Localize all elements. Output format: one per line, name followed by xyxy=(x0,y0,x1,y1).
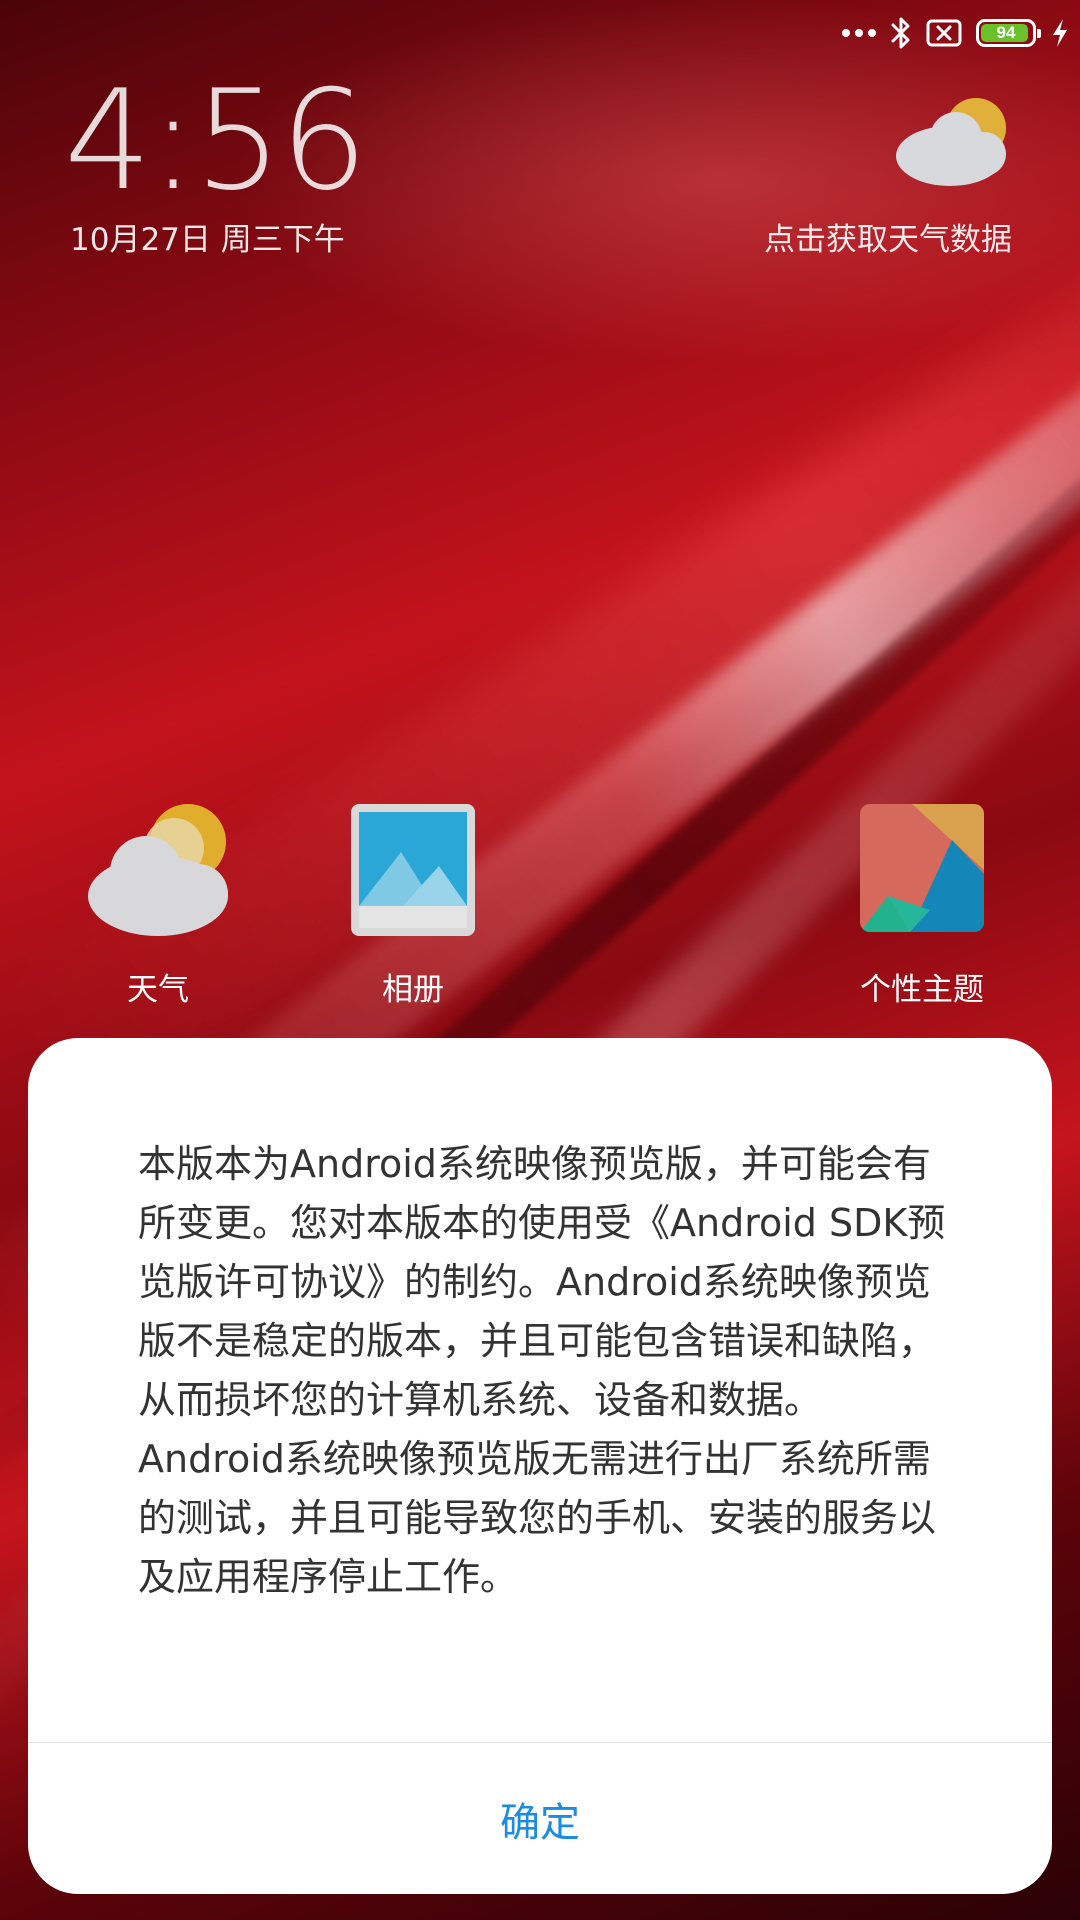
partly-cloudy-icon xyxy=(892,92,1012,196)
sim-x-icon xyxy=(926,19,962,47)
clock-time[interactable]: 4:56 xyxy=(64,72,368,210)
battery-level: 94 xyxy=(996,23,1016,42)
app-label: 天气 xyxy=(127,972,189,1008)
dialog-message: 本版本为Android系统映像预览版，并可能会有所变更。您对本版本的使用受《An… xyxy=(138,1142,946,1599)
app-themes[interactable]: 个性主题 xyxy=(822,800,1022,1009)
gallery-app-icon xyxy=(343,800,483,940)
signal-dots-icon xyxy=(842,29,876,37)
themes-app-icon xyxy=(852,800,992,940)
weather-app-icon xyxy=(88,800,228,940)
app-label: 个性主题 xyxy=(860,972,984,1008)
app-gallery[interactable]: 相册 xyxy=(313,800,513,1009)
app-weather[interactable]: 天气 xyxy=(58,800,258,1009)
charging-icon xyxy=(1050,17,1070,49)
status-bar: 94 xyxy=(842,10,1070,56)
home-screen: 94 4:56 10月27日 周三下午 点击获取天气数据 天气 相册 个性主题 … xyxy=(0,0,1080,1920)
preview-warning-dialog: 本版本为Android系统映像预览版，并可能会有所变更。您对本版本的使用受《An… xyxy=(28,1038,1052,1894)
confirm-button[interactable]: 确定 xyxy=(28,1743,1052,1894)
app-label: 相册 xyxy=(382,972,444,1008)
weather-prompt[interactable]: 点击获取天气数据 xyxy=(764,214,1012,259)
bluetooth-icon xyxy=(890,16,912,50)
battery-icon: 94 xyxy=(976,19,1041,47)
clock-date[interactable]: 10月27日 周三下午 xyxy=(70,214,345,259)
